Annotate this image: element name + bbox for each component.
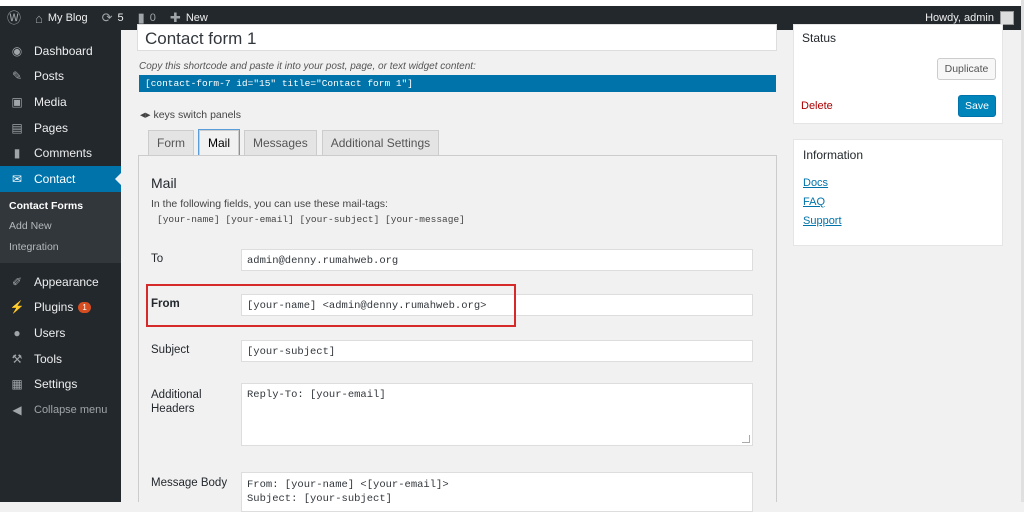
message-body-textarea[interactable]: From: [your-name] <[your-email]> Subject… (241, 472, 753, 512)
mail-description: In the following fields, you can use the… (151, 198, 388, 210)
tab-messages[interactable]: Messages (244, 130, 317, 155)
sidebar-item-dashboard[interactable]: ◉ Dashboard (0, 38, 121, 64)
tab-mail[interactable]: Mail (197, 129, 241, 157)
message-body-line-1: From: [your-name] <[your-email]> (247, 479, 449, 491)
brush-icon: ✐ (11, 274, 23, 289)
site-name: My Blog (47, 12, 88, 24)
comments-icon: ▮ (13, 146, 21, 161)
sidebar-item-pages[interactable]: ▤ Pages (0, 115, 121, 141)
collapse-menu-button[interactable]: ◀ Collapse menu (0, 397, 121, 423)
information-title: Information (803, 148, 864, 162)
subject-field[interactable]: [your-subject] (241, 340, 753, 362)
sidebar-item-label: Users (34, 326, 66, 341)
duplicate-button[interactable]: Duplicate (937, 58, 996, 80)
message-body-label: Message Body (151, 477, 228, 489)
updates-link[interactable]: ⟳ 5 (95, 6, 131, 30)
sidebar-item-appearance[interactable]: ✐ Appearance (0, 269, 121, 295)
message-body-line-2: Subject: [your-subject] (247, 493, 392, 505)
settings-icon: ▦ (11, 377, 23, 392)
home-icon: ⌂ (35, 10, 43, 26)
contact-submenu: Contact Forms Add New Integration (0, 191, 121, 264)
from-field-highlight (146, 284, 516, 327)
delete-link[interactable]: Delete (801, 100, 833, 112)
resize-handle-icon[interactable] (742, 435, 750, 443)
tab-additional-settings[interactable]: Additional Settings (321, 130, 440, 155)
keys-hint: ◂▸ keys switch panels (140, 109, 241, 121)
sidebar-item-settings[interactable]: ▦ Settings (0, 371, 121, 397)
sidebar-item-tools[interactable]: ⚒ Tools (0, 346, 121, 372)
sidebar-item-label: Tools (34, 351, 63, 366)
sidebar-item-label: Appearance (34, 274, 99, 289)
mail-tags: [your-name] [your-email] [your-subject] … (157, 214, 465, 225)
sidebar-item-label: Settings (34, 377, 78, 392)
new-label: New (185, 12, 208, 24)
sidebar-item-label: Plugins (34, 300, 74, 315)
plug-icon: ⚡ (9, 300, 25, 315)
site-link[interactable]: ⌂ My Blog (28, 6, 95, 30)
collapse-label: Collapse menu (34, 403, 108, 416)
headers-text: Reply-To: [your-email] (247, 389, 386, 401)
information-box: Information Docs FAQ Support (793, 139, 1003, 246)
sidebar-item-label: Pages (34, 120, 69, 135)
shortcode-field[interactable]: [contact-form-7 id="15" title="Contact f… (139, 75, 776, 92)
arrows-icon: ◂▸ (140, 109, 154, 121)
sidebar-item-label: Comments (34, 146, 93, 161)
wordpress-logo-icon[interactable]: Ⓦ (0, 6, 28, 30)
status-title: Status (802, 31, 837, 45)
headers-textarea[interactable]: Reply-To: [your-email] (241, 383, 753, 446)
sidebar-item-users[interactable]: ● Users (0, 320, 121, 346)
mail-title: Mail (151, 175, 177, 191)
mail-icon: ✉ (11, 171, 23, 186)
headers-label: Additional Headers (151, 389, 202, 415)
updates-icon: ⟳ (101, 10, 113, 25)
panel-tabs: Form Mail Messages Additional Settings (148, 129, 444, 157)
status-box: Status Duplicate Delete Save (793, 24, 1003, 124)
keys-text: keys switch panels (153, 109, 242, 121)
user-icon: ● (13, 326, 21, 341)
mail-panel: Mail In the following fields, you can us… (138, 155, 777, 512)
support-link[interactable]: Support (803, 215, 993, 227)
sidebar-item-media[interactable]: ▣ Media (0, 89, 121, 115)
submenu-item-integration[interactable]: Integration (0, 237, 121, 258)
dashboard-icon: ◉ (11, 43, 23, 58)
headers-label-line-1: Additional (151, 389, 202, 401)
to-label: To (151, 253, 164, 265)
collapse-icon: ◀ (12, 402, 22, 417)
admin-sidebar: ◉ Dashboard ✎ Posts ▣ Media ▤ Pages ▮ Comments ✉ Co… (0, 30, 121, 502)
plugins-update-badge: 1 (78, 301, 91, 313)
sidebar-item-plugins[interactable]: ⚡ Plugins 1 (0, 295, 121, 321)
faq-link[interactable]: FAQ (803, 196, 993, 208)
submenu-item-contact-forms[interactable]: Contact Forms (0, 196, 121, 217)
sidebar-item-comments[interactable]: ▮ Comments (0, 140, 121, 166)
form-title-input[interactable]: Contact form 1 (137, 24, 777, 51)
sidebar-item-label: Contact (34, 171, 76, 186)
pages-icon: ▤ (11, 120, 23, 135)
headers-label-line-2: Headers (151, 403, 195, 415)
docs-link[interactable]: Docs (803, 177, 993, 189)
sidebar-item-label: Media (34, 94, 67, 109)
media-icon: ▣ (11, 94, 23, 109)
sidebar-item-contact[interactable]: ✉ Contact (0, 165, 121, 192)
pin-icon: ✎ (11, 69, 23, 84)
tab-form[interactable]: Form (148, 130, 194, 155)
submenu-item-add-new[interactable]: Add New (0, 216, 121, 237)
sidebar-item-label: Dashboard (34, 43, 93, 58)
comments-count: 0 (149, 12, 156, 24)
avatar (1000, 11, 1014, 25)
wrench-icon: ⚒ (11, 351, 23, 366)
subject-label: Subject (151, 344, 190, 356)
updates-count: 5 (117, 12, 124, 24)
shortcode-hint: Copy this shortcode and paste it into yo… (139, 61, 476, 72)
sidebar-item-label: Posts (34, 69, 65, 84)
to-field[interactable]: admin@denny.rumahweb.org (241, 249, 753, 271)
save-button[interactable]: Save (958, 95, 996, 117)
sidebar-item-posts[interactable]: ✎ Posts (0, 64, 121, 90)
howdy-text: Howdy, admin (925, 12, 994, 24)
